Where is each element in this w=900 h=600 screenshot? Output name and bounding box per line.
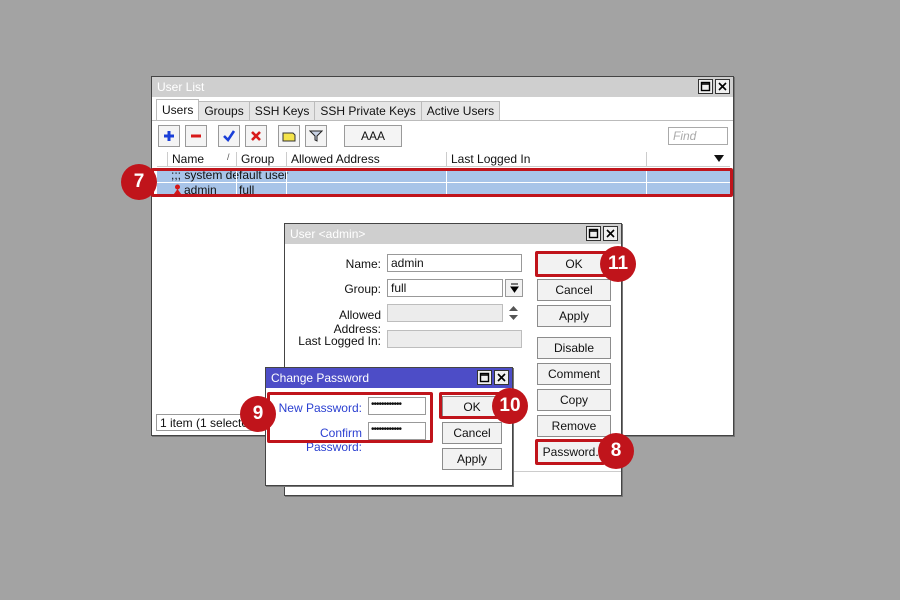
copy-button[interactable]: Copy bbox=[537, 389, 611, 411]
plus-icon bbox=[164, 131, 174, 141]
close-button[interactable] bbox=[603, 226, 618, 241]
sort-indicator: / bbox=[227, 152, 230, 162]
minus-icon bbox=[191, 134, 201, 138]
add-button[interactable] bbox=[158, 125, 180, 147]
user-list-title: User List bbox=[157, 80, 205, 94]
table-header: Name / Group Allowed Address Last Logged… bbox=[157, 152, 730, 167]
name-label: Name: bbox=[345, 257, 381, 271]
last-logged-in-label: Last Logged In: bbox=[298, 334, 381, 348]
step-badge-10: 10 bbox=[492, 388, 528, 424]
apply-button[interactable]: Apply bbox=[537, 305, 611, 327]
allowed-address-label: Allowed Address: bbox=[333, 308, 381, 336]
close-icon bbox=[718, 82, 727, 91]
cancel-button[interactable]: Cancel bbox=[442, 422, 502, 444]
remove-button[interactable]: Remove bbox=[537, 415, 611, 437]
close-button[interactable] bbox=[715, 79, 730, 94]
step-badge-9: 9 bbox=[240, 396, 276, 432]
filter-icon bbox=[309, 130, 323, 142]
check-icon bbox=[223, 130, 236, 143]
tab-ssh-private-keys[interactable]: SSH Private Keys bbox=[314, 101, 422, 121]
chevron-down-icon bbox=[714, 155, 724, 162]
column-allowed-address[interactable]: Allowed Address bbox=[286, 152, 380, 167]
comment-button[interactable] bbox=[278, 125, 300, 147]
column-last-logged-in[interactable]: Last Logged In bbox=[446, 152, 530, 167]
x-icon bbox=[251, 131, 261, 141]
last-logged-in-field bbox=[387, 330, 522, 348]
allowed-address-input[interactable] bbox=[387, 304, 503, 322]
step-badge-11: 11 bbox=[600, 246, 636, 282]
user-dialog-title: User <admin> bbox=[290, 227, 366, 241]
note-icon bbox=[282, 132, 296, 142]
tab-active-users[interactable]: Active Users bbox=[420, 101, 501, 121]
filter-button[interactable] bbox=[305, 125, 327, 147]
tab-groups[interactable]: Groups bbox=[198, 101, 250, 121]
group-label: Group: bbox=[344, 282, 381, 296]
remove-button[interactable] bbox=[185, 125, 207, 147]
name-input[interactable]: admin bbox=[387, 254, 522, 272]
group-select[interactable]: full bbox=[387, 279, 503, 297]
dropdown-arrow-icon bbox=[509, 283, 519, 293]
tab-divider bbox=[152, 120, 733, 121]
maximize-icon bbox=[588, 228, 599, 239]
close-button[interactable] bbox=[494, 370, 509, 385]
apply-button[interactable]: Apply bbox=[442, 448, 502, 470]
toolbar: AAA bbox=[158, 125, 402, 147]
tab-ssh-keys[interactable]: SSH Keys bbox=[248, 101, 316, 121]
enable-button[interactable] bbox=[218, 125, 240, 147]
user-list-titlebar[interactable]: User List bbox=[152, 77, 733, 97]
cancel-button[interactable]: Cancel bbox=[537, 279, 611, 301]
change-password-title: Change Password bbox=[271, 371, 370, 385]
tab-strip: Users Groups SSH Keys SSH Private Keys A… bbox=[156, 99, 501, 121]
disable-button[interactable]: Disable bbox=[537, 337, 611, 359]
spin-arrows-icon[interactable] bbox=[508, 306, 519, 323]
user-dialog-titlebar[interactable]: User <admin> bbox=[285, 224, 621, 244]
tab-users[interactable]: Users bbox=[156, 99, 200, 121]
column-group[interactable]: Group bbox=[236, 152, 274, 167]
highlight-password-fields bbox=[267, 392, 433, 443]
step-badge-7: 7 bbox=[121, 164, 157, 200]
close-icon bbox=[497, 373, 506, 382]
column-name[interactable]: Name bbox=[167, 152, 204, 167]
close-icon bbox=[606, 229, 615, 238]
maximize-button[interactable] bbox=[477, 370, 492, 385]
disable-button[interactable] bbox=[245, 125, 267, 147]
group-dropdown-button[interactable] bbox=[505, 279, 523, 297]
maximize-icon bbox=[479, 372, 490, 383]
highlight-password bbox=[535, 439, 605, 465]
column-chooser[interactable] bbox=[646, 152, 730, 167]
change-password-titlebar[interactable]: Change Password bbox=[266, 368, 512, 388]
highlight-rows bbox=[151, 168, 733, 197]
maximize-button[interactable] bbox=[698, 79, 713, 94]
find-input[interactable] bbox=[668, 127, 728, 145]
step-badge-8: 8 bbox=[598, 433, 634, 469]
aaa-button[interactable]: AAA bbox=[344, 125, 402, 147]
comment-button[interactable]: Comment bbox=[537, 363, 611, 385]
maximize-button[interactable] bbox=[586, 226, 601, 241]
maximize-icon bbox=[700, 81, 711, 92]
